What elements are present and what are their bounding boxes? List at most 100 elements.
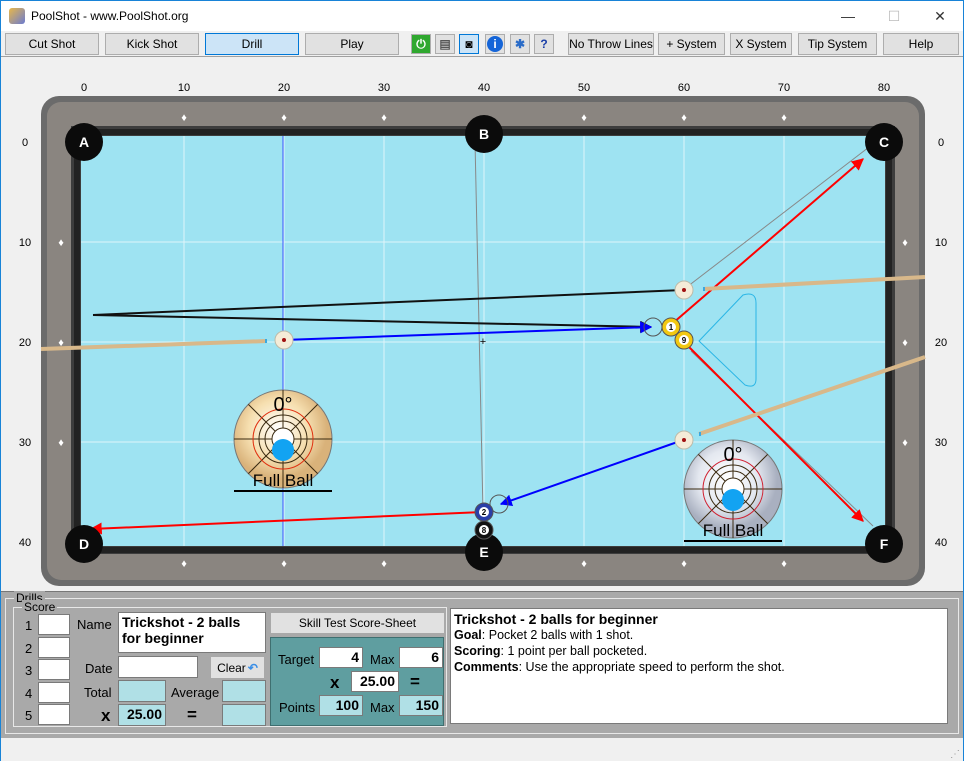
name-field[interactable]: Trickshot - 2 balls for beginner [118, 612, 266, 653]
scoring-text: : 1 point per ball pocketed. [500, 644, 648, 658]
aim-angle: 0° [723, 444, 742, 466]
diamond-marker: ♦ [58, 437, 64, 449]
ruler-label-right: 10 [935, 237, 947, 249]
pocket-c: C [865, 123, 903, 161]
pocket-label: D [79, 536, 89, 552]
diamond-marker: ♦ [281, 558, 287, 570]
toolbar: Cut Shot Kick Shot Drill Play ⏻ ▤ ◙ i ✱ … [1, 31, 963, 57]
ruler-label-top: 20 [278, 82, 290, 94]
target-multiplier-field[interactable]: 25.00 [351, 671, 399, 692]
diamond-marker: ♦ [58, 237, 64, 249]
ruler-label-left: 0 [22, 137, 28, 149]
center-mark: + [480, 336, 486, 348]
points-field: 100 [319, 695, 363, 716]
diamond-marker: ♦ [181, 558, 187, 570]
aim-label: Full Ball [703, 521, 763, 540]
ruler-label-top: 70 [778, 82, 790, 94]
diamond-marker: ♦ [781, 558, 787, 570]
print-icon[interactable]: ▤ [435, 34, 455, 54]
x-system-button[interactable]: X System [730, 33, 792, 55]
ball-number: 2 [482, 508, 487, 517]
maximize-button[interactable]: ☐ [871, 1, 917, 31]
pool-table[interactable]: ♦♦♦♦♦♦♦♦♦♦♦♦♦ ♦♦ ♦♦ ♦0 10 20 30 40 50 60 70 800 010 1… [1, 58, 963, 591]
description-title: Trickshot - 2 balls for beginner [454, 611, 658, 627]
diamond-marker: ♦ [581, 112, 587, 124]
date-field[interactable] [118, 656, 198, 678]
points-max-field: 150 [399, 695, 443, 716]
table-area[interactable]: ♦ ♦ ♦ ♦ ♦ ♦ ♦ ♦ ♦ ♦ ♦ ♦ ♦ ♦ ♦ ♦ ♦ ♦ 0 10 20 30 40 50 60 70 80 0 0 10 1… [1, 58, 963, 591]
settings-icon[interactable]: ✱ [510, 34, 530, 54]
clear-button[interactable]: Clear ↶ [211, 657, 264, 678]
result-field [222, 704, 266, 726]
score-row-field[interactable] [38, 614, 70, 635]
aim-label: Full Ball [253, 471, 313, 490]
kick-shot-button[interactable]: Kick Shot [105, 33, 199, 55]
ruler-label-left: 10 [19, 237, 31, 249]
date-label: Date [85, 661, 113, 676]
rail-ruler-left [74, 151, 80, 531]
undo-icon: ↶ [247, 660, 258, 675]
title-bar: PoolShot - www.PoolShot.org — ☐ ✕ [1, 1, 963, 31]
pocket-label: B [479, 126, 489, 142]
max-label: Max [370, 652, 395, 667]
score-row-field[interactable] [38, 659, 70, 680]
score-row-field[interactable] [38, 704, 70, 725]
help-button[interactable]: Help [883, 33, 959, 55]
diamond-marker: ♦ [581, 558, 587, 570]
cue-ball [274, 330, 294, 350]
score-row-field[interactable] [38, 636, 70, 658]
close-button[interactable]: ✕ [917, 1, 963, 31]
cue-ball-dot [682, 288, 686, 292]
power-icon[interactable]: ⏻ [411, 34, 431, 54]
ruler-label-top: 80 [878, 82, 890, 94]
object-ball-8: 8 [474, 520, 494, 540]
minimize-button[interactable]: — [825, 1, 871, 31]
pocket-f: F [865, 525, 903, 563]
drill-button[interactable]: Drill [205, 33, 299, 55]
tip-system-button[interactable]: Tip System [798, 33, 877, 55]
pocket-b: B [465, 115, 503, 153]
target-field[interactable]: 4 [319, 647, 363, 668]
cut-shot-button[interactable]: Cut Shot [5, 33, 99, 55]
cue-ball [674, 430, 694, 450]
drill-description: Trickshot - 2 balls for beginner Goal: P… [450, 608, 948, 724]
score-row-label: 1 [25, 618, 33, 633]
cue-ball [674, 280, 694, 300]
diamond-marker: ♦ [381, 112, 387, 124]
diamond-marker: ♦ [902, 437, 908, 449]
ruler-label-top: 60 [678, 82, 690, 94]
pocket-label: C [879, 134, 889, 150]
pocket-label: F [880, 536, 889, 552]
play-button[interactable]: Play [305, 33, 399, 55]
max-field[interactable]: 6 [399, 647, 443, 668]
pocket-d: D [65, 525, 103, 563]
ruler-label-left: 30 [19, 437, 31, 449]
contact-point [272, 439, 294, 461]
ruler-label-left: 20 [19, 337, 31, 349]
info-icon[interactable]: i [485, 34, 505, 54]
camera-icon[interactable]: ◙ [459, 34, 479, 54]
points-max-label: Max [370, 700, 395, 715]
skill-test-score-sheet-button[interactable]: Skill Test Score-Sheet [271, 613, 444, 633]
contact-point [722, 489, 744, 511]
average-label: Average [171, 685, 220, 700]
ball-number: 1 [669, 323, 674, 332]
ruler-label-right: 40 [935, 537, 947, 549]
resize-grip-icon[interactable]: ⋰ [950, 749, 960, 760]
no-throw-lines-button[interactable]: No Throw Lines [568, 33, 654, 55]
pocket-label: A [79, 134, 89, 150]
score-row-label: 2 [25, 640, 33, 656]
diamond-marker: ♦ [902, 337, 908, 349]
target-label: Target [278, 652, 315, 667]
diamond-marker: ♦ [681, 558, 687, 570]
cue-ball-dot [682, 438, 686, 442]
ruler-label-top: 30 [378, 82, 390, 94]
score-row-field[interactable] [38, 681, 70, 703]
cue-ball-dot [282, 338, 286, 342]
goal-text: : Pocket 2 balls with 1 shot. [481, 628, 634, 642]
ruler-label-right: 20 [935, 337, 947, 349]
clear-label: Clear [217, 660, 246, 675]
plus-system-button[interactable]: + System [658, 33, 725, 55]
multiplier-field: 25.00 [118, 704, 166, 726]
help-document-icon[interactable]: ? [534, 34, 554, 54]
